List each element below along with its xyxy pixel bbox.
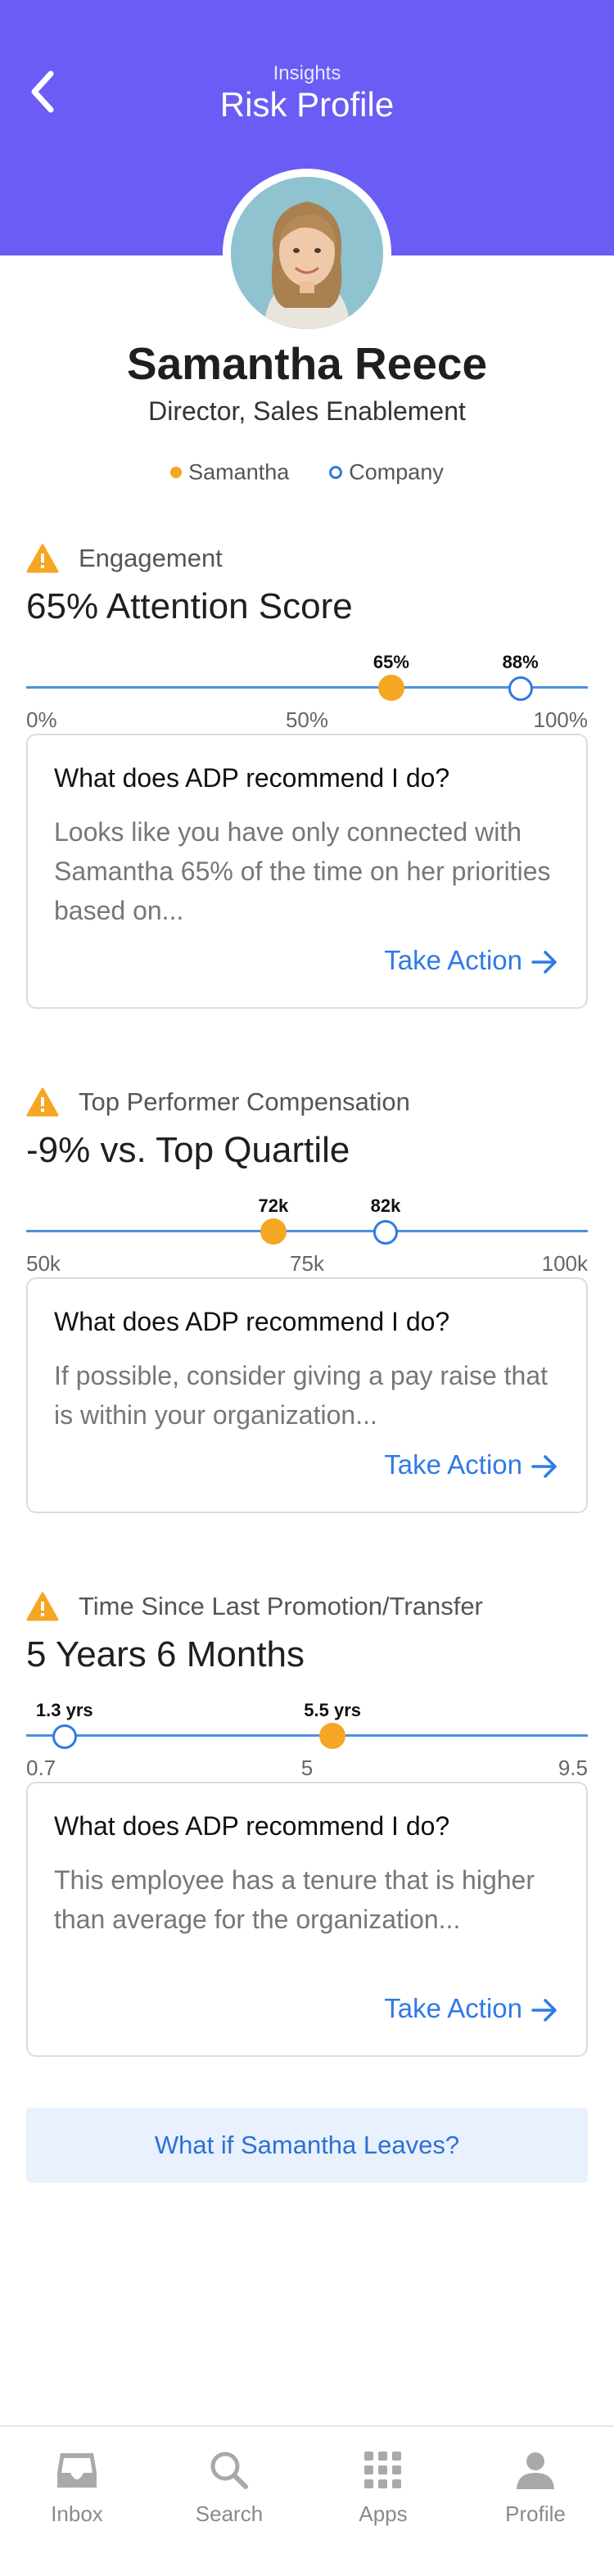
inbox-icon [57,2453,97,2488]
compensation-slider: 72k 82k 50k 75k 100k [26,1179,588,1277]
company-value-label: 1.3 yrs [35,1700,93,1720]
card-body: If possible, consider giving a pay raise… [54,1361,548,1430]
engagement-slider: 65% 88% 0% 50% 100% [26,635,588,734]
compensation-section: Top Performer Compensation -9% vs. Top Q… [26,1084,588,1513]
slider-min-label: 0.7 [26,1756,56,1780]
warning-icon [26,1087,59,1117]
arrow-right-icon [531,1455,557,1479]
tab-profile[interactable]: Profile [478,2450,593,2527]
tab-inbox[interactable]: Inbox [20,2450,134,2527]
engagement-section: Engagement 65% Attention Score 65% 88% 0… [26,540,588,1009]
card-question: What does ADP recommend I do? [54,763,450,793]
slider-min-label: 0% [26,707,57,732]
slider-track [26,686,588,689]
slider-max-label: 100% [533,707,589,732]
legend: Samantha Company [0,459,614,485]
slider-min-label: 50k [26,1251,61,1276]
employee-legend-dot [170,466,183,478]
employee-role: Director, Sales Enablement [148,396,466,426]
employee-value-label: 5.5 yrs [304,1700,362,1720]
recommendation-card: What does ADP recommend I do? This emplo… [26,1782,588,2057]
slider-max-label: 9.5 [558,1756,588,1780]
slider-mid-label: 75k [290,1251,324,1276]
page-title: Risk Profile [219,85,395,124]
tab-label: Search [195,2501,264,2526]
take-action-link[interactable]: Take Action [384,945,558,976]
recommendation-card: What does ADP recommend I do? Looks like… [26,734,588,1009]
recommendation-card: What does ADP recommend I do? If possibl… [26,1277,588,1513]
employee-marker [260,1218,287,1245]
tab-apps[interactable]: Apps [326,2450,440,2527]
card-question: What does ADP recommend I do? [54,1811,450,1841]
arrow-right-icon [531,1999,557,2022]
take-action-label: Take Action [384,1449,522,1480]
employee-value-label: 65% [372,652,409,672]
take-action-label: Take Action [384,945,522,975]
tab-label: Apps [359,2501,408,2526]
section-title: Top Performer Compensation [79,1087,410,1116]
employee-marker [319,1723,346,1749]
section-metric: 65% Attention Score [26,586,353,626]
section-title: Engagement [79,544,223,572]
warning-icon [26,1592,59,1621]
avatar [231,177,383,329]
card-question: What does ADP recommend I do? [54,1307,450,1336]
promotion-section: Time Since Last Promotion/Transfer 5 Yea… [26,1589,588,2057]
tab-label: Inbox [51,2501,103,2526]
company-marker [508,676,533,701]
slider-mid-label: 50% [285,707,329,732]
company-marker [52,1724,77,1749]
slider-max-label: 100k [541,1251,588,1276]
slider-mid-label: 5 [300,1756,314,1780]
what-if-leaves-button[interactable]: What if Samantha Leaves? [26,2108,588,2183]
search-icon [210,2452,248,2489]
take-action-label: Take Action [384,1993,522,2023]
slider-track [26,1230,588,1232]
avatar-photo [231,177,383,329]
arrow-right-icon [531,951,557,974]
apps-grid-icon [364,2452,401,2488]
profile-icon [517,2452,554,2489]
company-value-label: 82k [370,1195,401,1216]
company-value-label: 88% [502,652,539,672]
tab-search[interactable]: Search [172,2450,287,2527]
employee-value-label: 72k [258,1195,289,1216]
card-body: Looks like you have only connected with … [54,817,551,925]
header-subtitle: Insights [273,62,341,84]
take-action-link[interactable]: Take Action [384,1449,558,1480]
legend-company-label: Company [349,459,444,485]
company-legend-dot [329,465,343,479]
bottom-tab-bar: Inbox Search Apps Profile [0,2425,614,2576]
legend-employee-label: Samantha [188,459,290,485]
section-metric: -9% vs. Top Quartile [26,1130,350,1170]
warning-icon [26,544,59,573]
section-metric: 5 Years 6 Months [26,1634,305,1674]
section-title: Time Since Last Promotion/Transfer [79,1592,483,1620]
employee-marker [377,675,404,701]
slider-track [26,1734,588,1737]
tenure-slider: 5.5 yrs 1.3 yrs 0.7 5 9.5 [26,1683,588,1782]
take-action-link[interactable]: Take Action [384,1993,558,2024]
tab-label: Profile [505,2501,566,2526]
company-marker [373,1220,399,1245]
card-body: This employee has a tenure that is highe… [54,1865,535,1934]
employee-name: Samantha Reece [126,338,488,389]
